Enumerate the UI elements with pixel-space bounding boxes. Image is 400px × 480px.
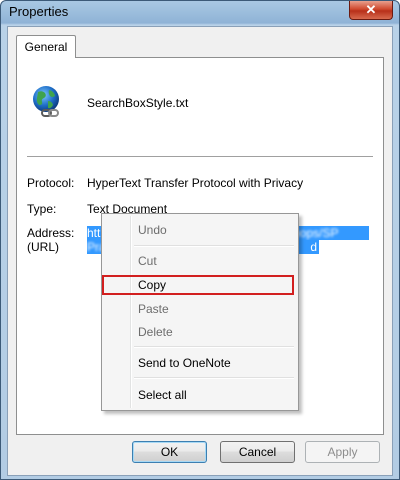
menu-item-copy[interactable]: Copy xyxy=(138,278,166,292)
menu-item-delete[interactable]: Delete xyxy=(138,325,173,339)
menu-separator xyxy=(134,377,294,379)
menu-item-select-all[interactable]: Select all xyxy=(138,388,187,402)
url-label: (URL) xyxy=(27,240,59,254)
menu-item-undo[interactable]: Undo xyxy=(138,223,167,237)
menu-gutter xyxy=(130,216,132,408)
menu-separator xyxy=(134,346,294,348)
close-button[interactable]: ✕ xyxy=(349,1,393,20)
copy-highlight-box xyxy=(102,275,294,295)
menu-item-send-to-onenote[interactable]: Send to OneNote xyxy=(138,356,231,370)
type-label: Type: xyxy=(27,202,57,216)
divider xyxy=(27,156,373,157)
menu-item-paste[interactable]: Paste xyxy=(138,302,169,316)
file-name: SearchBoxStyle.txt xyxy=(87,96,189,110)
menu-separator xyxy=(134,245,294,247)
title-bar[interactable]: Properties ✕ xyxy=(1,1,399,25)
globe-link-icon xyxy=(33,86,59,117)
properties-window: Properties ✕ General SearchBoxStyle.txt … xyxy=(0,0,400,480)
apply-button[interactable]: Apply xyxy=(305,441,380,463)
protocol-value: HyperText Transfer Protocol with Privacy xyxy=(87,176,304,190)
address-label: Address: xyxy=(27,226,75,240)
menu-item-cut[interactable]: Cut xyxy=(138,254,157,268)
window-title: Properties xyxy=(9,4,69,19)
url-tail: d xyxy=(310,240,317,254)
context-menu: Undo Cut Copy Paste Delete Send to OneNo… xyxy=(101,213,299,411)
protocol-label: Protocol: xyxy=(27,176,75,190)
tab-general[interactable]: General xyxy=(16,35,76,58)
cancel-button[interactable]: Cancel xyxy=(220,441,295,463)
ok-button[interactable]: OK xyxy=(132,441,207,463)
